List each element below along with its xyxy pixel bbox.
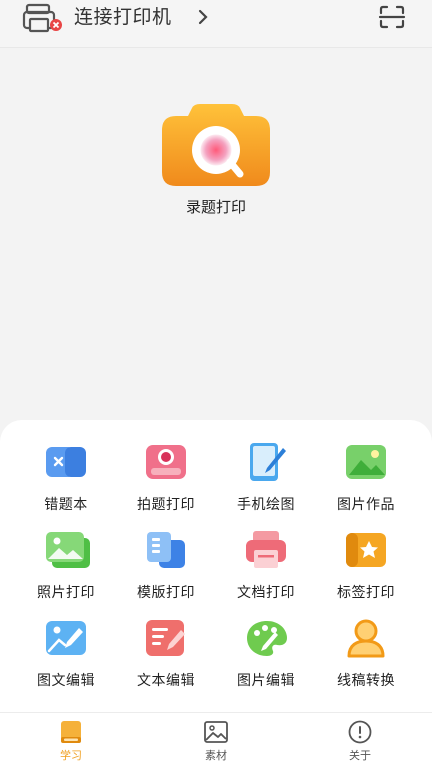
grid-label: 照片打印 [37,585,95,601]
text-edit-icon [146,620,185,656]
top-bar: 连接打印机 [0,0,432,48]
image-text-edit-button[interactable]: 图文编辑 [16,618,116,698]
picture-works-button[interactable]: 图片作品 [316,442,416,522]
wrong-questions-button[interactable]: 错题本 [16,442,116,522]
bottom-tab-bar: 学习 素材 关于 [0,712,432,768]
info-tab-icon [348,720,372,744]
photo-print-button[interactable]: 照片打印 [16,530,116,610]
scan-icon[interactable] [378,5,406,29]
image-icon [346,445,386,479]
printer-disconnected-icon[interactable] [22,3,64,33]
photo-question-print-button[interactable]: 拍题打印 [116,442,216,522]
grid-label: 图片作品 [337,497,395,513]
text-edit-button[interactable]: 文本编辑 [116,618,216,698]
book-tab-icon [61,721,81,743]
phone-drawing-button[interactable]: 手机绘图 [216,442,316,522]
book-icon [46,447,86,477]
tab-study[interactable]: 学习 [21,713,121,768]
grid-label: 图片编辑 [237,673,295,689]
label-icon [346,533,386,567]
record-question-print-button[interactable]: 录题打印 [150,104,282,224]
tab-label: 素材 [205,749,227,762]
grid-label: 图文编辑 [37,673,95,689]
image-edit-icon [46,621,86,655]
person-outline-icon [347,619,385,658]
grid-label: 线稿转换 [337,673,395,689]
template-print-button[interactable]: 模版打印 [116,530,216,610]
tablet-draw-icon [250,443,286,481]
tab-materials[interactable]: 素材 [166,713,266,768]
grid-label: 文档打印 [237,585,295,601]
grid-label: 文本编辑 [137,673,195,689]
line-art-convert-button[interactable]: 线稿转换 [316,618,416,698]
photo-print-icon [146,445,186,479]
tab-about[interactable]: 关于 [310,713,410,768]
grid-label: 拍题打印 [137,497,195,513]
camera-icon [162,104,270,186]
label-print-button[interactable]: 标签打印 [316,530,416,610]
grid-label: 标签打印 [337,585,395,601]
document-print-button[interactable]: 文档打印 [216,530,316,610]
tab-label: 关于 [349,749,371,762]
tab-label: 学习 [60,749,82,762]
grid-label: 错题本 [44,497,88,513]
grid-label: 手机绘图 [237,497,295,513]
image-tab-icon [204,721,228,743]
palette-icon [247,621,287,656]
feature-label: 录题打印 [185,198,246,216]
image-edit-button[interactable]: 图片编辑 [216,618,316,698]
grid-label: 模版打印 [137,585,195,601]
document-print-icon [246,531,286,568]
photo-icon [46,532,90,568]
tools-panel: 错题本 拍题打印 手机绘图 图片作品 照片打印 模版打印 文档打印 标签打印 图… [0,420,432,712]
template-icon [147,532,185,568]
connect-printer-link[interactable]: 连接打印机 [74,3,172,31]
chevron-right-icon[interactable] [196,8,210,26]
